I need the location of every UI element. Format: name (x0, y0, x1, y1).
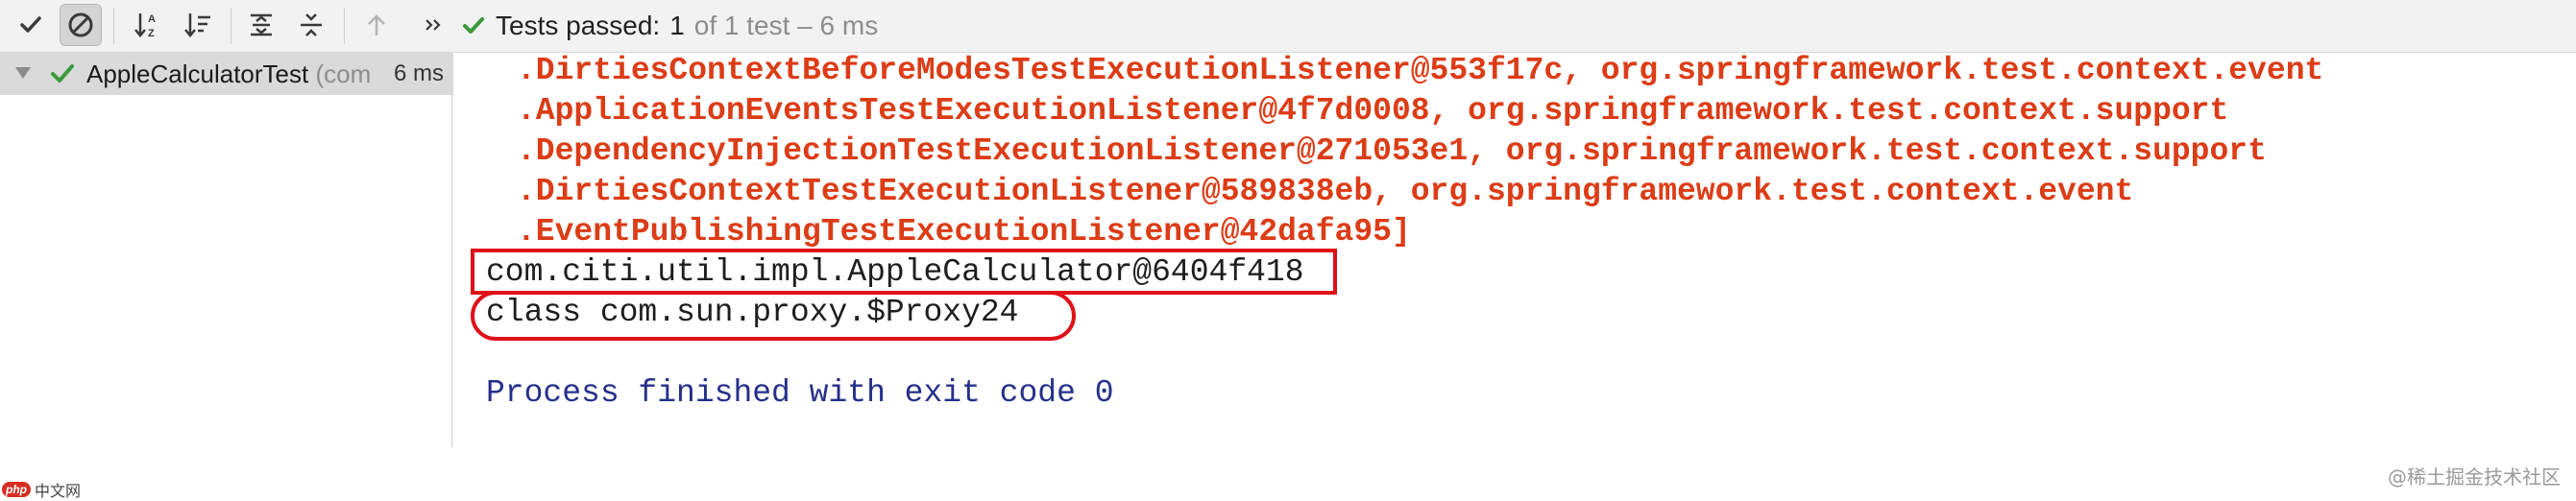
svg-text:Z: Z (148, 28, 155, 39)
site-watermark: php 中文网 (2, 480, 82, 500)
previous-failed-button[interactable] (355, 4, 398, 46)
test-status: Tests passed: 1 of 1 test – 6 ms (461, 0, 878, 52)
more-button[interactable] (413, 4, 455, 46)
console-line: .EventPublishingTestExecutionListener@42… (517, 214, 1411, 250)
sort-alphabetically-button[interactable]: A Z (127, 4, 169, 46)
toolbar-separator (113, 8, 114, 44)
console-line: .ApplicationEventsTestExecutionListener@… (517, 93, 2229, 129)
test-class-label: AppleCalculatorTest (com (86, 60, 372, 88)
test-duration: 6 ms (392, 53, 453, 95)
console-output[interactable]: .DirtiesContextBeforeModesTestExecutionL… (453, 53, 2576, 489)
expand-all-icon (251, 13, 272, 36)
check-icon (463, 17, 484, 34)
console-line: .DependencyInjectionTestExecutionListene… (517, 133, 2267, 169)
expand-arrow-icon[interactable] (12, 61, 35, 84)
status-count: 1 (669, 11, 685, 40)
more-icon (425, 19, 441, 31)
show-passed-icon (20, 16, 41, 33)
sort-alphabetically-icon: A Z (134, 13, 156, 39)
test-package-hint: (com (315, 60, 372, 88)
sort-by-duration-icon (184, 13, 210, 37)
process-exit-line: Process finished with exit code 0 (486, 375, 1114, 411)
status-label: Tests passed: (496, 11, 661, 40)
sort-by-duration-button[interactable] (177, 4, 219, 46)
show-ignored-button[interactable] (60, 4, 102, 46)
juejin-watermark: @稀土掘金技术社区 (2388, 465, 2561, 489)
php-badge: php (2, 482, 31, 497)
svg-text:A: A (148, 13, 156, 25)
collapse-all-button[interactable] (290, 4, 332, 46)
expand-all-button[interactable] (240, 4, 282, 46)
previous-failed-icon (368, 14, 385, 36)
site-watermark-text: 中文网 (35, 484, 82, 500)
test-runner-toolbar: A Z Tests passed: 1 of 1 test – 6 ms (0, 0, 2576, 53)
highlight-box-rect (471, 249, 1337, 295)
test-tree-item[interactable]: AppleCalculatorTest (com 6 ms (0, 53, 453, 95)
status-detail: of 1 test – 6 ms (693, 11, 879, 40)
toolbar-separator (344, 8, 345, 44)
console-line: .DirtiesContextBeforeModesTestExecutionL… (517, 53, 2324, 88)
show-passed-button[interactable] (10, 4, 52, 46)
collapse-all-icon (301, 13, 322, 36)
console-line: .DirtiesContextTestExecutionListener@589… (517, 174, 2134, 209)
test-passed-icon (51, 64, 74, 83)
highlight-box-oval (471, 291, 1076, 341)
test-tree: AppleCalculatorTest (com 6 ms php 中文网 (0, 53, 453, 500)
show-ignored-icon (68, 12, 93, 37)
